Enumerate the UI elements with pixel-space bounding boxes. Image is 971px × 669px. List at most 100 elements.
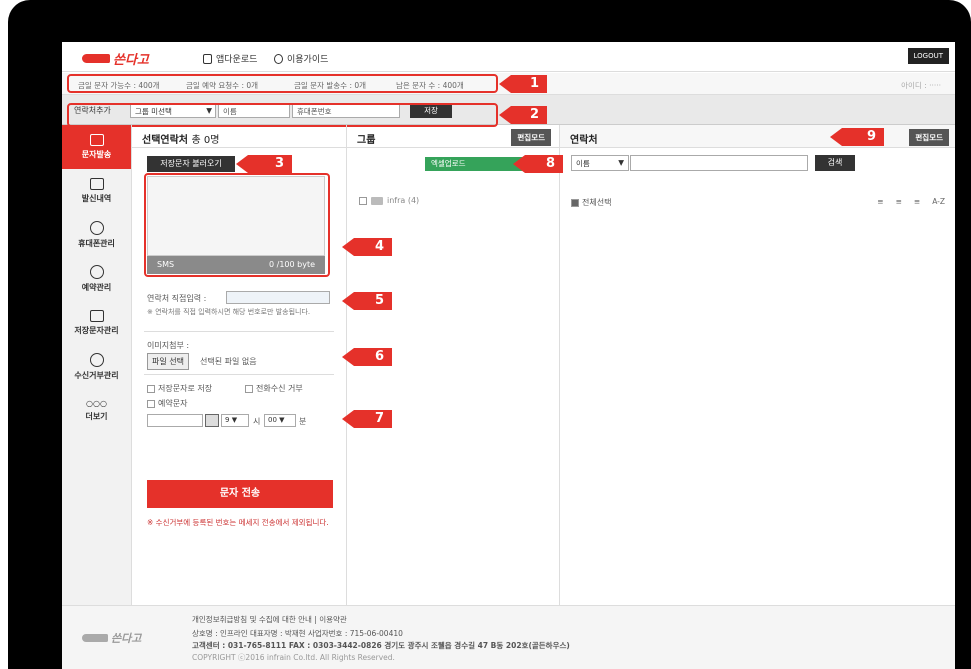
contacts-header: 연락처 편집모드: [560, 125, 955, 148]
highlight-box-1: [67, 74, 498, 93]
file-none-text: 선택된 파일 없음: [200, 357, 257, 366]
app-download-link[interactable]: 앱다운로드: [203, 52, 257, 65]
more-icon: ○○○: [86, 399, 107, 408]
hour-select[interactable]: 9 ▼: [221, 414, 249, 427]
group-panel: 그룹 편집모드 엑셀업로드 8 infra (4): [347, 125, 563, 605]
highlight-box-2: [67, 103, 498, 127]
contact-search-input[interactable]: [630, 155, 808, 171]
user-id: 아이디 : ·····: [901, 81, 941, 90]
contact-search-button[interactable]: 검색: [815, 155, 855, 171]
folder-icon: [89, 310, 104, 322]
folder-icon: [371, 196, 383, 205]
sort-button[interactable]: ≡: [914, 197, 920, 206]
sidebar: 문자발송 발신내역 휴대폰관리 예약관리 저장문자관리 수신거부관리 ○○○ 더보…: [62, 125, 132, 605]
direct-input-field[interactable]: [226, 291, 330, 304]
sidebar-item-reject[interactable]: 수신거부관리: [62, 345, 131, 389]
footer: 쓴다고 개인정보취급방침 및 수집에 대한 안내 | 이용약관 상호명 : 인프…: [62, 605, 955, 669]
calendar-icon[interactable]: [205, 414, 219, 427]
logo-mark-icon: [82, 634, 108, 642]
sidebar-label: 예약관리: [81, 283, 112, 292]
checkbox-box: [245, 384, 253, 393]
chat-icon: [274, 53, 283, 64]
minute-value: 00: [268, 416, 277, 424]
reject-call-label: 전화수신 거부: [256, 384, 303, 393]
sidebar-label: 더보기: [85, 412, 108, 421]
save-msg-label: 저장문자로 저장: [158, 384, 213, 393]
group-title: 그룹: [357, 135, 376, 146]
save-msg-checkbox[interactable]: 저장문자로 저장: [147, 383, 212, 394]
send-button[interactable]: 문자 전송: [147, 480, 333, 508]
hour-unit: 시: [253, 417, 261, 426]
sidebar-item-saved[interactable]: 저장문자관리: [62, 301, 131, 345]
image-attach-label: 이미지첨부 :: [147, 341, 190, 350]
sidebar-item-phone[interactable]: 휴대폰관리: [62, 213, 131, 257]
group-header: 그룹 편집모드: [347, 125, 559, 148]
reject-warning: ※ 수신거부에 등록된 번호는 메세지 전송에서 제외됩니다.: [147, 518, 329, 527]
logo-mark-icon: [82, 54, 110, 63]
footer-company: 상호명 : 인프라인 대표자명 : 박재현 사업자번호 : 715-06-004…: [192, 629, 403, 638]
reserve-label: 예약문자: [158, 399, 188, 408]
footer-copyright: COPYRIGHT ⓒ2016 infrain Co.ltd. All Righ…: [192, 653, 395, 662]
list-icon: [89, 178, 104, 190]
envelope-icon: [89, 134, 104, 146]
logo[interactable]: 쓴다고: [82, 49, 149, 68]
group-edit-button[interactable]: 편집모드: [511, 129, 551, 146]
guide-link[interactable]: 이용가이드: [274, 52, 328, 65]
sidebar-label: 문자발송: [81, 150, 112, 159]
checkbox-box: [147, 384, 155, 393]
footer-logo-text: 쓴다고: [111, 632, 142, 645]
recipient-count: 총 0명: [191, 135, 220, 146]
minute-select[interactable]: 00 ▼: [264, 414, 296, 427]
sidebar-item-more[interactable]: ○○○ 더보기: [62, 389, 131, 433]
footer-logo: 쓴다고: [82, 630, 141, 646]
message-textarea[interactable]: [147, 176, 325, 256]
sidebar-item-send[interactable]: 문자발송: [62, 125, 131, 169]
group-folder-item[interactable]: infra (4): [359, 196, 419, 205]
contact-filter-value: 이름: [576, 159, 590, 168]
sort-button[interactable]: ≡: [877, 197, 883, 206]
checkbox-box: [359, 196, 367, 205]
compose-panel: 선택연락처 총 0명 저장문자 불러오기 3 SMS 0 /100 byte 4 …: [132, 125, 392, 605]
callout-3: 3: [236, 155, 292, 173]
select-all-label: 전체선택: [582, 198, 612, 207]
footer-contact: 고객센터 : 031-765-8111 FAX : 0303-3442-0826…: [192, 641, 570, 650]
logout-button[interactable]: LOGOUT: [907, 48, 949, 64]
contact-filter-select[interactable]: 이름 ▼: [571, 155, 629, 171]
app-download-label: 앱다운로드: [216, 55, 258, 65]
sidebar-label: 저장문자관리: [74, 326, 119, 335]
clock-icon: [89, 265, 104, 279]
block-icon: [89, 353, 104, 367]
group-folder-label: infra (4): [387, 196, 420, 205]
footer-links[interactable]: 개인정보취급방침 및 수집에 대한 안내 | 이용약관: [192, 614, 347, 625]
guide-label: 이용가이드: [287, 55, 329, 65]
compose-header: 선택연락처 총 0명: [132, 125, 346, 148]
compose-title: 선택연락처: [142, 135, 188, 146]
sort-button[interactable]: ≡: [896, 197, 902, 206]
divider: [144, 374, 334, 375]
sms-status-bar: SMS 0 /100 byte: [147, 256, 325, 274]
minute-unit: 분: [299, 417, 307, 426]
reserve-date-input[interactable]: [147, 414, 203, 427]
chevron-down-icon: ▼: [618, 158, 624, 167]
file-select-button[interactable]: 파일 선택: [147, 353, 189, 370]
load-saved-button[interactable]: 저장문자 불러오기: [147, 156, 235, 172]
hour-value: 9: [225, 416, 230, 424]
direct-input-note: ※ 연락처를 직접 입력하시면 해당 번호로만 발송됩니다.: [147, 308, 311, 316]
sidebar-item-history[interactable]: 발신내역: [62, 169, 131, 213]
select-all-checkbox[interactable]: 전체선택: [571, 197, 611, 208]
checkbox-box: [147, 399, 155, 408]
contacts-edit-button[interactable]: 편집모드: [909, 129, 949, 146]
sms-type: SMS: [157, 260, 175, 269]
sidebar-item-reserve[interactable]: 예약관리: [62, 257, 131, 301]
reserve-checkbox[interactable]: 예약문자: [147, 398, 187, 409]
reject-call-checkbox[interactable]: 전화수신 거부: [245, 383, 303, 394]
contacts-title: 연락처: [570, 135, 598, 146]
sidebar-label: 휴대폰관리: [78, 239, 115, 248]
sort-az-button[interactable]: A-Z: [932, 197, 945, 206]
device-frame: 쓴다고 앱다운로드 이용가이드 LOGOUT 금일 문자 가능수 : 400개 …: [8, 0, 971, 669]
divider: [144, 331, 334, 332]
direct-input-label: 연락처 직접입력 :: [147, 294, 207, 303]
phone-icon: [203, 53, 212, 64]
contacts-panel: 연락처 편집모드 9 이름 ▼ 검색 전체선택 ≡ ≡ ≡ A-Z: [560, 125, 955, 605]
logo-text: 쓴다고: [113, 53, 149, 68]
